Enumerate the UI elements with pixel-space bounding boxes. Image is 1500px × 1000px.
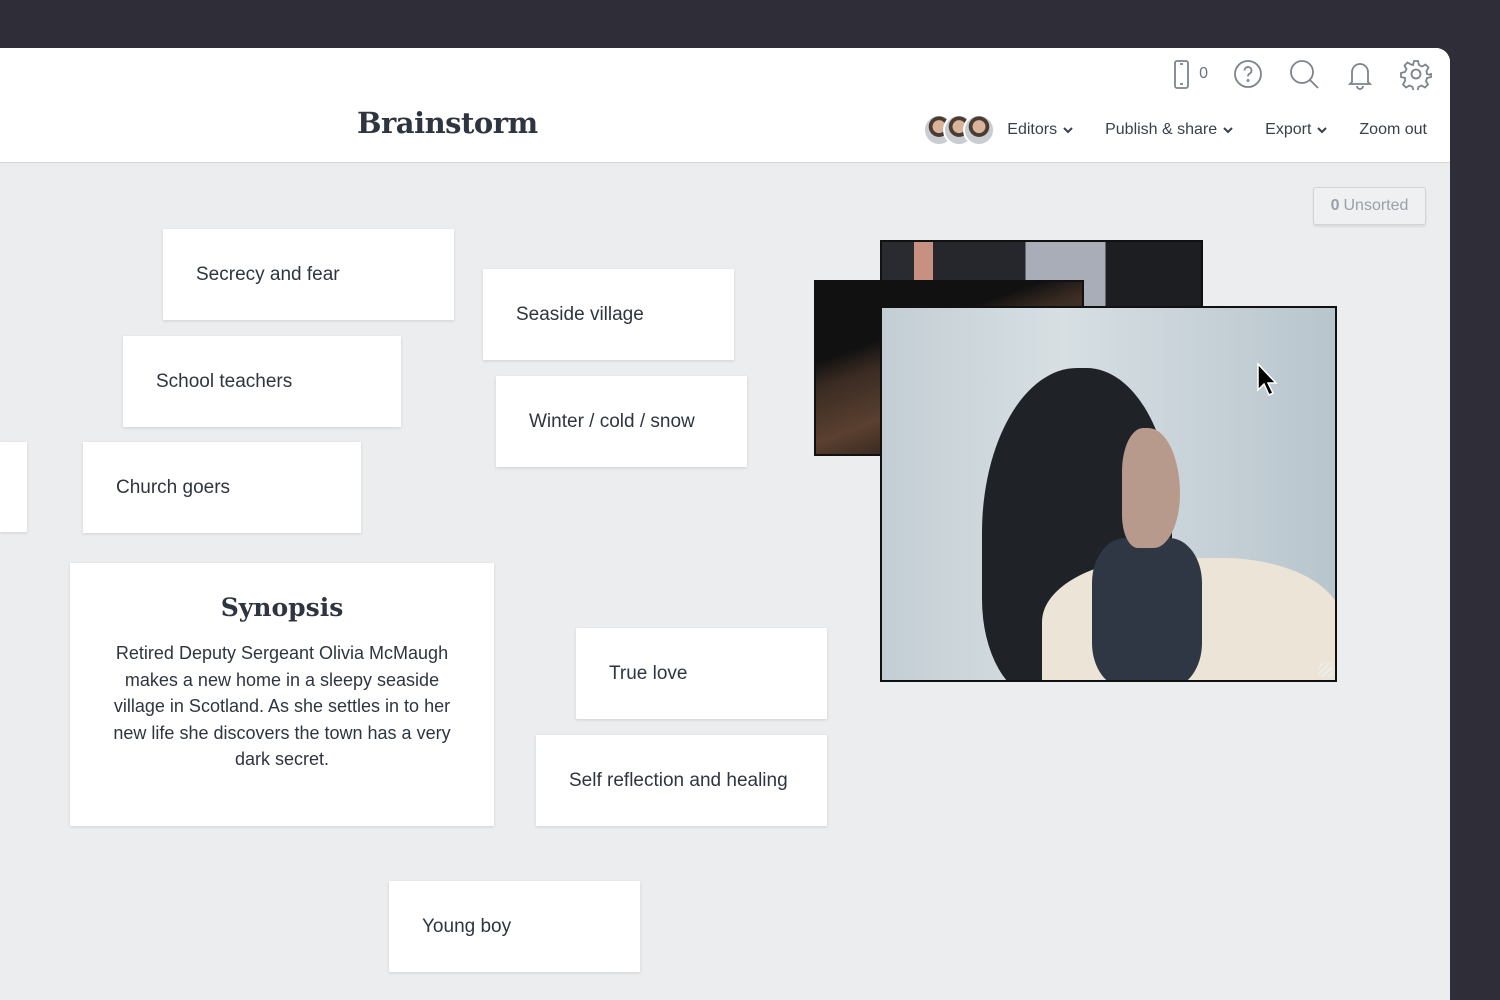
card[interactable]: Self reflection and healing <box>536 735 827 826</box>
mouse-cursor-icon <box>1257 362 1278 397</box>
page-title: Brainstorm <box>357 106 538 140</box>
export-menu[interactable]: Export <box>1265 121 1328 139</box>
card[interactable]: Seaside village <box>483 269 734 360</box>
card[interactable]: School teachers <box>123 336 401 427</box>
header-nav: Editors Publish & share Export Zoom out <box>923 114 1427 146</box>
synopsis-card[interactable]: Synopsis Retired Deputy Sergeant Olivia … <box>70 563 494 826</box>
chevron-down-icon <box>1063 127 1073 134</box>
header: Brainstorm 0 Editors Publish & share Exp… <box>0 48 1450 163</box>
unsorted-button[interactable]: 0 Unsorted <box>1313 187 1426 225</box>
publish-share-menu[interactable]: Publish & share <box>1105 121 1233 139</box>
help-icon[interactable] <box>1232 58 1264 90</box>
photo-collar <box>1092 538 1202 680</box>
publish-label: Publish & share <box>1105 121 1218 138</box>
editors-label: Editors <box>1007 121 1058 138</box>
unsorted-count: 0 <box>1330 197 1340 214</box>
toolbar-icons: 0 <box>1165 58 1432 90</box>
avatar <box>963 114 996 146</box>
chevron-down-icon <box>1223 127 1233 134</box>
phone-icon <box>1174 60 1189 89</box>
synopsis-body: Retired Deputy Sergeant Olivia McMaugh m… <box>113 643 451 769</box>
resize-handle[interactable] <box>1318 663 1332 677</box>
chevron-down-icon <box>1317 127 1328 134</box>
gear-icon[interactable] <box>1400 58 1432 90</box>
phone-button[interactable]: 0 <box>1165 58 1208 90</box>
card[interactable]: Secrecy and fear <box>163 229 454 320</box>
card-offscreen[interactable] <box>0 442 27 532</box>
editors-menu[interactable]: Editors <box>923 114 1073 146</box>
editor-avatars <box>923 114 996 146</box>
app-window: Brainstorm 0 Editors Publish & share Exp… <box>0 48 1450 1000</box>
bell-icon[interactable] <box>1344 58 1376 90</box>
card[interactable]: Winter / cold / snow <box>496 376 747 467</box>
zoom-out-button[interactable]: Zoom out <box>1359 121 1427 139</box>
zoom-out-label: Zoom out <box>1359 121 1427 138</box>
card[interactable]: Young boy <box>389 881 640 972</box>
device-count: 0 <box>1199 65 1208 82</box>
unsorted-label: Unsorted <box>1343 197 1409 214</box>
card[interactable]: True love <box>576 628 827 719</box>
export-label: Export <box>1265 121 1312 138</box>
card[interactable]: Church goers <box>83 442 361 533</box>
synopsis-title: Synopsis <box>220 593 344 622</box>
search-icon[interactable] <box>1288 58 1320 90</box>
photo-face <box>1122 428 1180 548</box>
